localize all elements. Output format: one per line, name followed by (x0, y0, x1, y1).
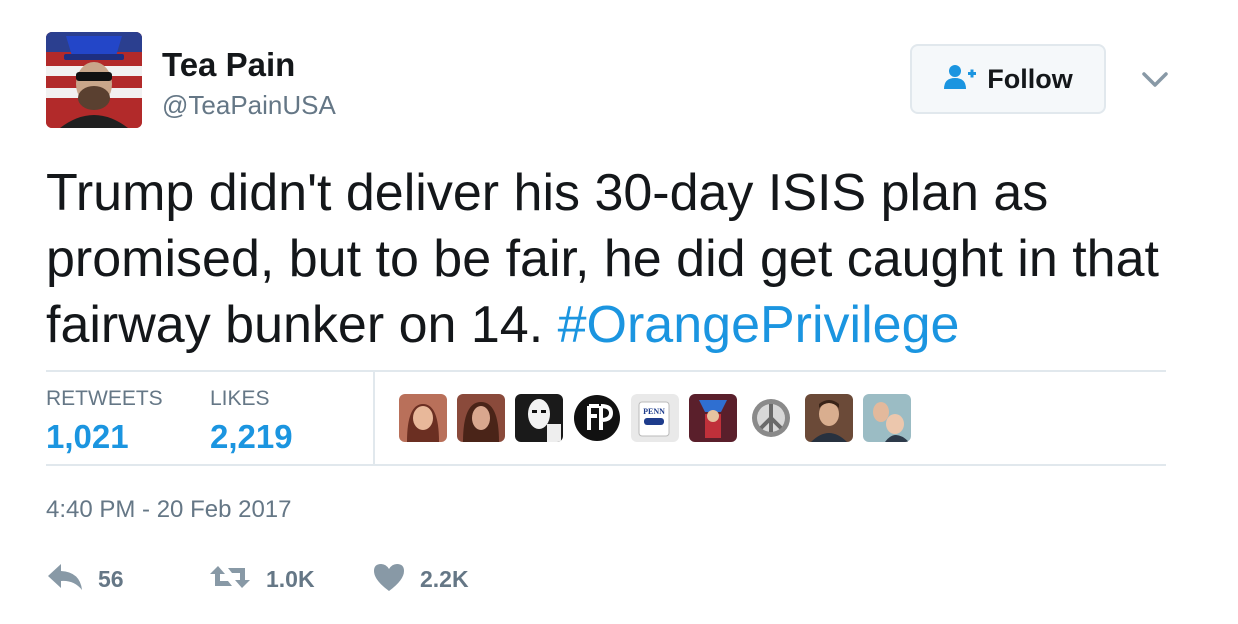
retweets-count[interactable]: 1,021 (46, 418, 129, 456)
author-avatar[interactable] (46, 32, 142, 128)
likes-label: LIKES (210, 387, 270, 410)
svg-text:PENN: PENN (643, 407, 665, 416)
reply-icon (46, 562, 84, 597)
chevron-down-icon[interactable] (1140, 64, 1170, 94)
liker-avatar[interactable] (689, 394, 737, 442)
liker-avatar[interactable] (399, 394, 447, 442)
author-name[interactable]: Tea Pain (162, 46, 295, 84)
stats-bottom-divider (46, 464, 1166, 466)
stats-separator (373, 372, 375, 464)
reply-button[interactable]: 56 (46, 562, 124, 597)
follow-label: Follow (987, 63, 1073, 94)
likes-count[interactable]: 2,219 (210, 418, 293, 456)
liker-avatars: PENN (399, 394, 911, 442)
follow-button[interactable]: Follow (910, 44, 1106, 114)
liker-avatar[interactable] (805, 394, 853, 442)
retweet-count: 1.0K (266, 566, 315, 592)
liker-avatar[interactable] (515, 394, 563, 442)
liker-avatar[interactable] (747, 394, 795, 442)
add-user-icon (943, 63, 977, 96)
retweets-label: RETWEETS (46, 387, 163, 410)
tweet-text: Trump didn't deliver his 30-day ISIS pla… (46, 160, 1196, 358)
liker-avatar[interactable] (573, 394, 621, 442)
liker-avatar[interactable] (457, 394, 505, 442)
liker-avatar[interactable] (863, 394, 911, 442)
reply-count: 56 (98, 566, 124, 592)
retweet-icon (208, 562, 252, 597)
tweet-timestamp[interactable]: 4:40 PM - 20 Feb 2017 (46, 496, 291, 524)
author-handle[interactable]: @TeaPainUSA (162, 90, 336, 121)
liker-avatar[interactable]: PENN (631, 394, 679, 442)
stats-top-divider (46, 370, 1166, 372)
hashtag-link[interactable]: #OrangePrivilege (558, 296, 960, 354)
retweet-button[interactable]: 1.0K (208, 562, 315, 597)
heart-icon (372, 562, 406, 597)
like-button[interactable]: 2.2K (372, 562, 469, 597)
like-count: 2.2K (420, 566, 469, 592)
